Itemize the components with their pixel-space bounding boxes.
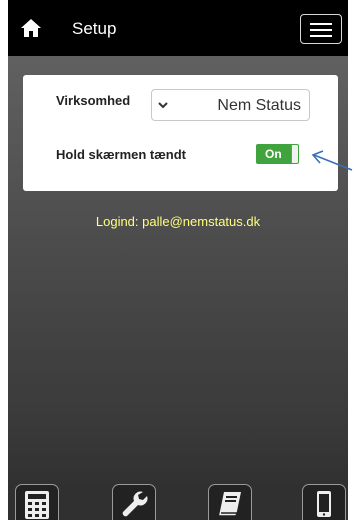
company-label: Virksomhed (56, 93, 131, 108)
page-title: Setup (72, 19, 117, 38)
tab-calculator[interactable] (15, 484, 59, 520)
company-select[interactable]: Nem Status (151, 89, 310, 121)
keep-screen-on-toggle[interactable]: On (256, 144, 299, 164)
phone-icon (317, 491, 331, 517)
company-select-value: Nem Status (217, 97, 301, 114)
menu-icon (310, 23, 332, 25)
menu-button[interactable] (300, 14, 342, 44)
wrench-icon (122, 491, 148, 517)
login-info: Logind: palle@nemstatus.dk (95, 214, 261, 229)
tab-device[interactable] (302, 484, 346, 520)
keep-screen-on-label: Hold skærmen tændt (56, 147, 187, 162)
bottom-tab-bar (8, 484, 348, 520)
tab-manual[interactable] (208, 484, 252, 520)
tab-settings[interactable] (112, 484, 156, 520)
chevron-down-icon (158, 102, 168, 109)
toggle-state-label: On (265, 147, 282, 161)
app-screen: Setup Virksomhed Nem Status Hold skærmen… (8, 0, 348, 520)
settings-card: Virksomhed Nem Status Hold skærmen tændt… (23, 75, 338, 191)
book-icon (219, 492, 241, 517)
toggle-knob (291, 145, 298, 163)
annotation-arrow-icon (311, 150, 353, 171)
calculator-icon (25, 491, 49, 519)
top-bar: Setup (8, 0, 348, 56)
home-icon (21, 19, 41, 37)
home-button[interactable] (20, 18, 42, 38)
